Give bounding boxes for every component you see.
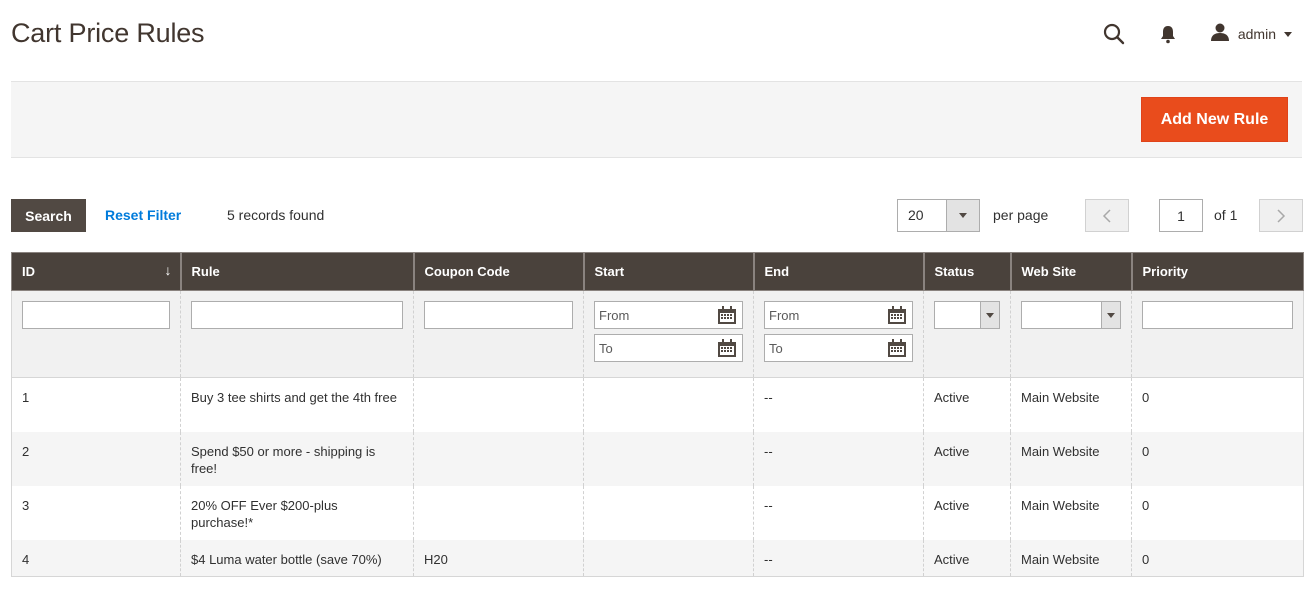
cell-end: -- xyxy=(753,539,924,577)
cell-coupon-code: H20 xyxy=(413,539,584,577)
cell-id: 2 xyxy=(11,431,181,486)
table-row[interactable]: 4 $4 Luma water bottle (save 70%) H20 --… xyxy=(11,539,1304,577)
cell-coupon-code xyxy=(413,377,584,432)
cell-id: 3 xyxy=(11,485,181,540)
column-header-priority[interactable]: Priority xyxy=(1130,252,1304,291)
table-row[interactable]: 3 20% OFF Ever $200-plus purchase!* -- A… xyxy=(11,485,1304,540)
cell-start xyxy=(583,431,754,486)
cell-end: -- xyxy=(753,431,924,486)
current-page-input[interactable] xyxy=(1159,199,1203,232)
chevron-right-icon xyxy=(1277,208,1286,223)
chevron-left-icon xyxy=(1102,208,1111,223)
cell-rule: $4 Luma water bottle (save 70%) xyxy=(180,539,414,577)
column-header-end[interactable]: End xyxy=(752,252,924,291)
filter-end-from xyxy=(764,301,913,329)
cart-price-rules-grid: ID ↓ Rule Coupon Code Start End Status We… xyxy=(11,252,1304,577)
add-new-rule-button[interactable]: Add New Rule xyxy=(1141,97,1288,142)
column-header-rule[interactable]: Rule xyxy=(179,252,414,291)
calendar-icon[interactable] xyxy=(717,338,737,358)
page-title: Cart Price Rules xyxy=(11,18,205,48)
next-page-button[interactable] xyxy=(1259,199,1303,232)
chevron-down-icon xyxy=(986,312,994,318)
column-header-web-site[interactable]: Web Site xyxy=(1009,252,1132,291)
chevron-down-icon xyxy=(1107,312,1115,318)
previous-page-button[interactable] xyxy=(1085,199,1129,232)
reset-filter-link[interactable]: Reset Filter xyxy=(105,207,181,223)
cell-coupon-code xyxy=(413,431,584,486)
user-icon xyxy=(1210,22,1230,46)
page-actions-bar: Add New Rule xyxy=(11,81,1302,158)
column-header-id[interactable]: ID ↓ xyxy=(11,252,181,291)
cell-priority: 0 xyxy=(1131,377,1304,432)
header-actions: admin xyxy=(1102,20,1292,48)
cell-rule: Spend $50 or more - shipping is free! xyxy=(180,431,414,486)
table-row[interactable]: 1 Buy 3 tee shirts and get the 4th free … xyxy=(11,377,1304,432)
search-button[interactable]: Search xyxy=(11,199,86,232)
filter-start-to xyxy=(594,334,743,362)
column-header-coupon-code[interactable]: Coupon Code xyxy=(412,252,584,291)
cell-rule: Buy 3 tee shirts and get the 4th free xyxy=(180,377,414,432)
per-page-label: per page xyxy=(993,207,1049,223)
filter-coupon-code-input[interactable] xyxy=(424,301,573,329)
grid-toolbar: Search Reset Filter 5 records found 20 p… xyxy=(11,199,1303,232)
sort-descending-icon: ↓ xyxy=(164,262,172,278)
cell-status: Active xyxy=(923,539,1011,577)
bell-icon[interactable] xyxy=(1156,22,1180,46)
cell-website: Main Website xyxy=(1010,431,1132,486)
column-header-status[interactable]: Status xyxy=(922,252,1011,291)
filter-end-to xyxy=(764,334,913,362)
cell-id: 1 xyxy=(11,377,181,432)
per-page-dropdown-button[interactable] xyxy=(946,200,979,231)
filter-row xyxy=(11,290,1304,378)
cell-status: Active xyxy=(923,377,1011,432)
cell-id: 4 xyxy=(11,539,181,577)
user-name: admin xyxy=(1237,26,1276,42)
cell-coupon-code xyxy=(413,485,584,540)
cell-start xyxy=(583,377,754,432)
per-page-select[interactable]: 20 xyxy=(897,199,980,232)
cell-end: -- xyxy=(753,485,924,540)
records-found: 5 records found xyxy=(227,207,325,223)
table-row[interactable]: 2 Spend $50 or more - shipping is free! … xyxy=(11,431,1304,486)
cell-website: Main Website xyxy=(1010,377,1132,432)
calendar-icon[interactable] xyxy=(887,305,907,325)
cell-rule: 20% OFF Ever $200-plus purchase!* xyxy=(180,485,414,540)
search-icon[interactable] xyxy=(1102,22,1126,46)
user-menu[interactable]: admin xyxy=(1210,22,1292,46)
cell-status: Active xyxy=(923,485,1011,540)
cell-start xyxy=(583,485,754,540)
filter-rule-input[interactable] xyxy=(191,301,403,329)
filter-priority-input[interactable] xyxy=(1142,301,1293,329)
grid-header-row: ID ↓ Rule Coupon Code Start End Status We… xyxy=(11,252,1304,291)
cell-priority: 0 xyxy=(1131,539,1304,577)
cell-priority: 0 xyxy=(1131,431,1304,486)
filter-status-select[interactable] xyxy=(934,301,1000,329)
cell-website: Main Website xyxy=(1010,485,1132,540)
column-header-start[interactable]: Start xyxy=(582,252,754,291)
filter-website-select[interactable] xyxy=(1021,301,1121,329)
chevron-down-icon xyxy=(959,213,967,218)
calendar-icon[interactable] xyxy=(717,305,737,325)
per-page-value: 20 xyxy=(908,207,924,223)
cell-end: -- xyxy=(753,377,924,432)
total-pages: of 1 xyxy=(1214,207,1238,223)
cell-status: Active xyxy=(923,431,1011,486)
filter-id-input[interactable] xyxy=(22,301,170,329)
filter-start-from xyxy=(594,301,743,329)
chevron-down-icon xyxy=(1284,31,1292,37)
calendar-icon[interactable] xyxy=(887,338,907,358)
cell-website: Main Website xyxy=(1010,539,1132,577)
cell-start xyxy=(583,539,754,577)
cell-priority: 0 xyxy=(1131,485,1304,540)
